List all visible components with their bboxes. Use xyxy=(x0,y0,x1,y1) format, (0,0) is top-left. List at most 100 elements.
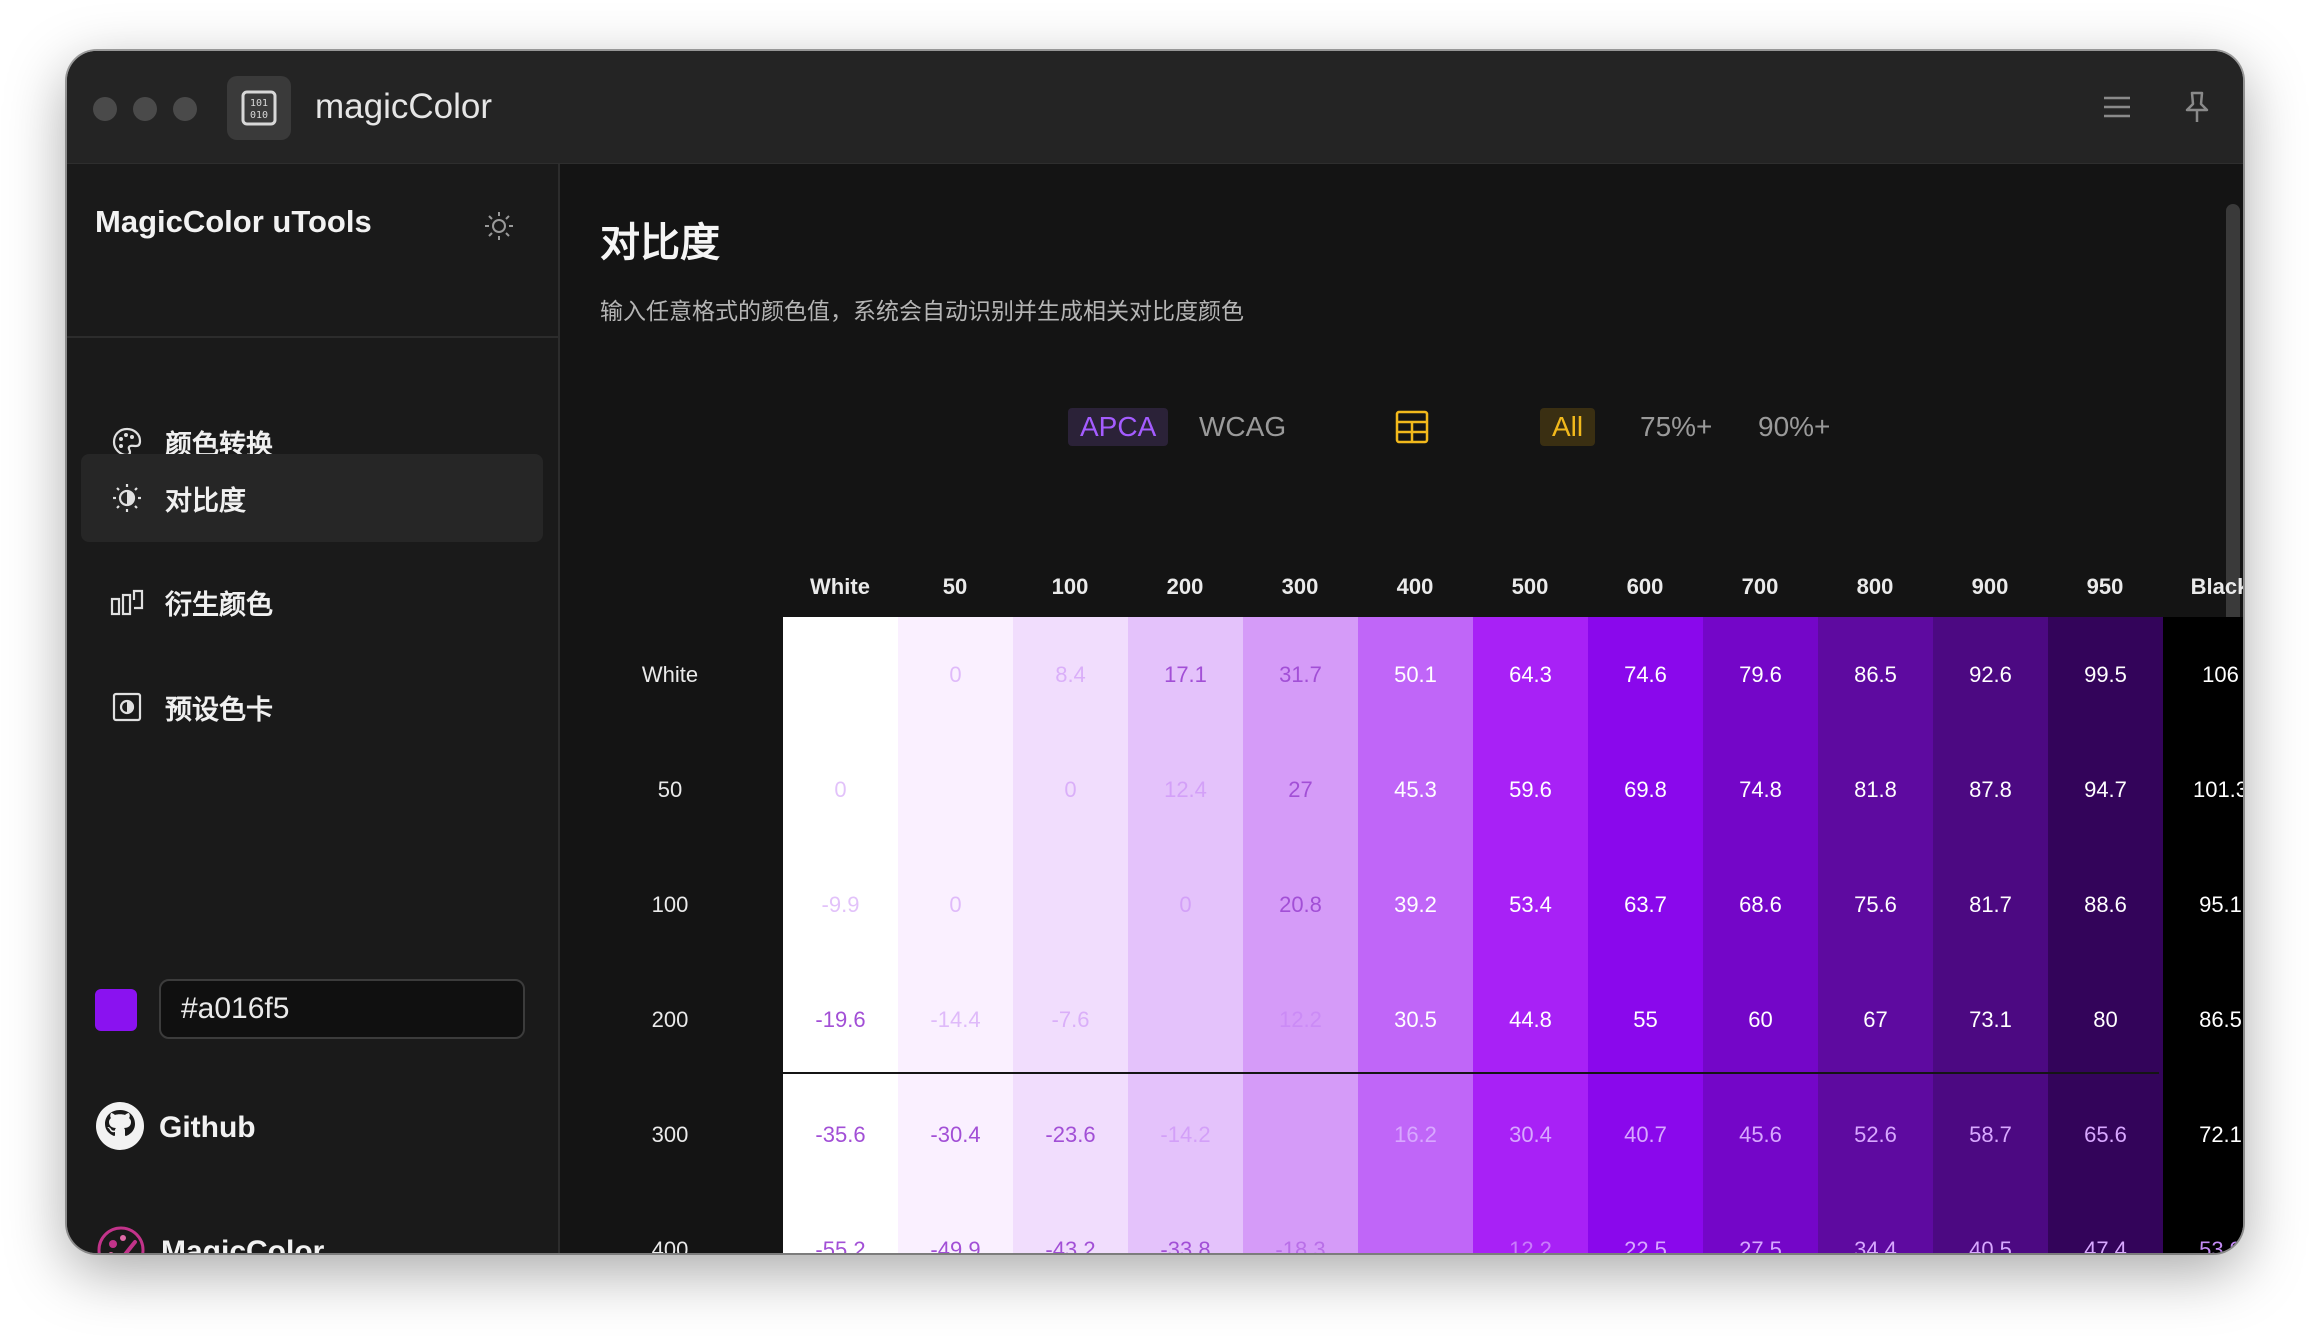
contrast-cell[interactable]: 47.4 xyxy=(2048,1192,2163,1253)
contrast-cell[interactable]: 60 xyxy=(1703,962,1818,1077)
contrast-cell[interactable]: 17.1 xyxy=(1128,617,1243,732)
contrast-cell[interactable] xyxy=(1128,962,1243,1077)
contrast-cell[interactable]: 0 xyxy=(898,617,1013,732)
contrast-cell[interactable] xyxy=(898,732,1013,847)
contrast-cell[interactable]: 72.1 xyxy=(2163,1077,2243,1192)
contrast-cell[interactable]: 12.2 xyxy=(1473,1192,1588,1253)
contrast-cell[interactable]: 0 xyxy=(898,847,1013,962)
contrast-cell[interactable]: 55 xyxy=(1588,962,1703,1077)
contrast-cell[interactable]: 69.8 xyxy=(1588,732,1703,847)
contrast-cell[interactable]: 95.1 xyxy=(2163,847,2243,962)
contrast-cell[interactable]: 0 xyxy=(1128,847,1243,962)
contrast-cell[interactable]: 8.4 xyxy=(1013,617,1128,732)
sidebar-item-preset-cards[interactable]: 预设色卡 xyxy=(81,663,543,751)
contrast-cell[interactable]: 0 xyxy=(783,732,898,847)
contrast-cell[interactable]: -33.8 xyxy=(1128,1192,1243,1253)
contrast-cell[interactable]: 94.7 xyxy=(2048,732,2163,847)
zoom-window-button[interactable] xyxy=(173,97,197,121)
contrast-cell[interactable]: -35.6 xyxy=(783,1077,898,1192)
contrast-cell[interactable]: 45.6 xyxy=(1703,1077,1818,1192)
contrast-cell[interactable]: 45.3 xyxy=(1358,732,1473,847)
contrast-cell[interactable]: 27 xyxy=(1243,732,1358,847)
wcag-toggle[interactable]: WCAG xyxy=(1187,408,1298,446)
contrast-cell[interactable]: -9.9 xyxy=(783,847,898,962)
contrast-cell[interactable]: 101.3 xyxy=(2163,732,2243,847)
preset-card-icon xyxy=(107,687,147,727)
apca-toggle[interactable]: APCA xyxy=(1068,408,1169,446)
contrast-cell[interactable]: -7.6 xyxy=(1013,962,1128,1077)
contrast-cell[interactable]: -19.6 xyxy=(783,962,898,1077)
color-value-input[interactable] xyxy=(159,979,525,1039)
github-link[interactable]: Github xyxy=(95,1101,256,1155)
contrast-cell[interactable]: -23.6 xyxy=(1013,1077,1128,1192)
contrast-cell[interactable]: 86.5 xyxy=(1818,617,1933,732)
contrast-cell[interactable]: -30.4 xyxy=(898,1077,1013,1192)
column-header: 900 xyxy=(1971,574,2009,599)
contrast-cell[interactable]: 75.6 xyxy=(1818,847,1933,962)
contrast-cell[interactable]: 68.6 xyxy=(1703,847,1818,962)
contrast-cell[interactable]: 79.6 xyxy=(1703,617,1818,732)
contrast-cell[interactable] xyxy=(1013,847,1128,962)
column-header: 50 xyxy=(942,574,968,599)
contrast-cell[interactable]: 81.8 xyxy=(1818,732,1933,847)
contrast-cell[interactable]: 31.7 xyxy=(1243,617,1358,732)
contrast-cell[interactable]: 22.5 xyxy=(1588,1192,1703,1253)
magiccolor-link[interactable]: MagicColor xyxy=(95,1224,324,1253)
contrast-cell[interactable] xyxy=(1243,1077,1358,1192)
contrast-cell[interactable]: 0 xyxy=(1013,732,1128,847)
contrast-cell[interactable]: 87.8 xyxy=(1933,732,2048,847)
contrast-cell[interactable] xyxy=(783,617,898,732)
contrast-cell[interactable]: 59.6 xyxy=(1473,732,1588,847)
contrast-cell[interactable]: 67 xyxy=(1818,962,1933,1077)
filter-90[interactable]: 90%+ xyxy=(1746,408,1842,446)
color-swatch[interactable] xyxy=(95,989,137,1031)
contrast-cell[interactable]: 40.7 xyxy=(1588,1077,1703,1192)
contrast-cell[interactable]: -49.9 xyxy=(898,1192,1013,1253)
contrast-cell[interactable]: -14.2 xyxy=(1128,1077,1243,1192)
contrast-cell[interactable] xyxy=(1358,1192,1473,1253)
contrast-cell[interactable]: 74.6 xyxy=(1588,617,1703,732)
contrast-cell[interactable]: 80 xyxy=(2048,962,2163,1077)
contrast-cell[interactable]: 20.8 xyxy=(1243,847,1358,962)
contrast-cell[interactable]: 44.8 xyxy=(1473,962,1588,1077)
contrast-cell[interactable]: -14.4 xyxy=(898,962,1013,1077)
sidebar-item-contrast[interactable]: 对比度 xyxy=(81,454,543,542)
contrast-cell[interactable]: 73.1 xyxy=(1933,962,2048,1077)
filter-all[interactable]: All xyxy=(1540,408,1596,446)
contrast-cell[interactable]: 27.5 xyxy=(1703,1192,1818,1253)
contrast-cell[interactable]: 64.3 xyxy=(1473,617,1588,732)
close-window-button[interactable] xyxy=(93,97,117,121)
pin-icon[interactable] xyxy=(2177,87,2217,127)
contrast-cell[interactable]: 74.8 xyxy=(1703,732,1818,847)
contrast-cell[interactable]: -43.2 xyxy=(1013,1192,1128,1253)
filter-75[interactable]: 75%+ xyxy=(1628,408,1724,446)
contrast-cell[interactable]: 65.6 xyxy=(2048,1077,2163,1192)
contrast-cell[interactable]: 34.4 xyxy=(1818,1192,1933,1253)
sidebar-item-derived-colors[interactable]: 衍生颜色 xyxy=(81,558,543,646)
contrast-cell[interactable]: 12.4 xyxy=(1128,732,1243,847)
contrast-cell[interactable]: -55.2 xyxy=(783,1192,898,1253)
contrast-cell[interactable]: 30.4 xyxy=(1473,1077,1588,1192)
contrast-cell[interactable]: 81.7 xyxy=(1933,847,2048,962)
contrast-cell[interactable]: 39.2 xyxy=(1358,847,1473,962)
contrast-cell[interactable]: 63.7 xyxy=(1588,847,1703,962)
contrast-cell[interactable]: 106 xyxy=(2163,617,2243,732)
contrast-cell[interactable]: 92.6 xyxy=(1933,617,2048,732)
contrast-cell[interactable]: -18.3 xyxy=(1243,1192,1358,1253)
contrast-cell[interactable]: 40.5 xyxy=(1933,1192,2048,1253)
contrast-cell[interactable]: 53.4 xyxy=(1473,847,1588,962)
menu-icon[interactable] xyxy=(2097,87,2137,127)
contrast-cell[interactable]: 86.5 xyxy=(2163,962,2243,1077)
contrast-cell[interactable]: 58.7 xyxy=(1933,1077,2048,1192)
contrast-cell[interactable]: 12.2 xyxy=(1243,962,1358,1077)
contrast-cell[interactable]: 52.6 xyxy=(1818,1077,1933,1192)
contrast-cell[interactable]: 99.5 xyxy=(2048,617,2163,732)
contrast-cell[interactable]: 53.9 xyxy=(2163,1192,2243,1253)
contrast-cell[interactable]: 88.6 xyxy=(2048,847,2163,962)
contrast-cell[interactable]: 16.2 xyxy=(1358,1077,1473,1192)
contrast-cell[interactable]: 50.1 xyxy=(1358,617,1473,732)
contrast-cell[interactable]: 30.5 xyxy=(1358,962,1473,1077)
minimize-window-button[interactable] xyxy=(133,97,157,121)
theme-toggle-icon[interactable] xyxy=(479,206,519,246)
layout-icon[interactable] xyxy=(1392,407,1432,447)
